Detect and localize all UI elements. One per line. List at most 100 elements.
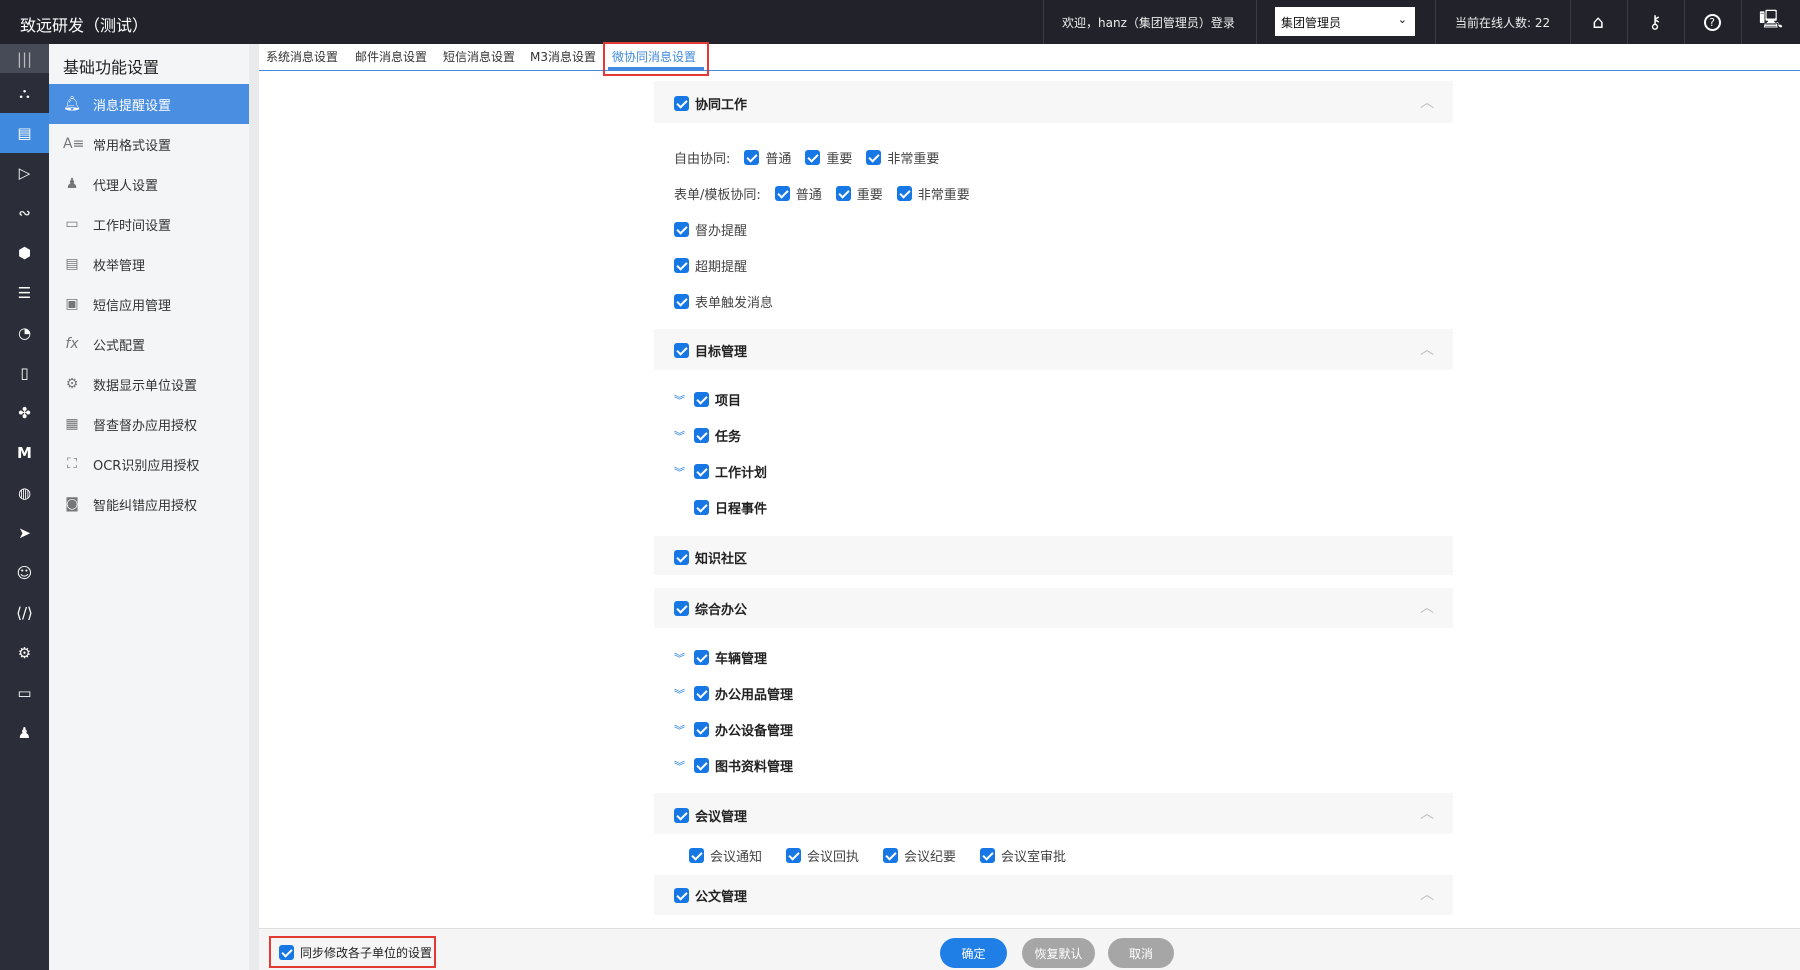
chevron-up-icon[interactable]: ︿ [1420,884,1434,904]
key-icon[interactable]: ⚷ [1627,0,1683,44]
checkbox[interactable] [674,888,689,903]
checkbox[interactable] [694,722,709,737]
dashboard-icon[interactable]: ◔ [0,313,49,353]
section-goal-checkbox[interactable]: 目标管理 [674,341,747,360]
workflow-icon[interactable]: ∾ [0,193,49,233]
m3-icon[interactable]: M [0,433,49,473]
robot-icon[interactable]: ☺ [0,553,49,593]
submenu-item-agent[interactable]: ♟ 代理人设置 [49,164,249,204]
tab-m3[interactable]: M3消息设置 [530,48,596,65]
code-icon[interactable]: ⟨/⟩ [0,593,49,633]
org-chart-icon[interactable]: ⛬ [0,73,49,113]
tree-row[interactable]: ︾ 工作计划 [674,462,767,481]
option-row[interactable]: 超期提醒 [674,256,747,275]
apps-icon[interactable]: ✤ [0,393,49,433]
checkbox[interactable] [694,500,709,515]
submenu-item-data-unit[interactable]: ⚙ 数据显示单位设置 [49,364,249,404]
submenu-item-work-time[interactable]: ▭ 工作时间设置 [49,204,249,244]
help-icon[interactable]: ? [1684,0,1740,44]
double-chevron-down-icon[interactable]: ︾ [674,722,694,738]
checkbox[interactable] [674,550,689,565]
tree-row[interactable]: ︾ 办公设备管理 [674,720,793,739]
checkbox[interactable] [980,848,996,863]
checkbox[interactable] [674,808,689,823]
home-icon[interactable]: ⌂ [1570,0,1626,44]
section-collab-checkbox[interactable]: 协同工作 [674,94,747,113]
checkbox[interactable] [883,848,899,863]
checkbox[interactable] [674,222,689,237]
tree-row[interactable]: 日程事件 [694,498,767,517]
checkbox[interactable] [786,848,802,863]
sync-subunits-checkbox[interactable]: 同步修改各子单位的设置 [269,936,436,968]
submenu-item-sms[interactable]: ▣ 短信应用管理 [49,284,249,324]
wechat-icon[interactable]: ◍ [0,473,49,513]
checkbox[interactable] [805,150,821,165]
submenu-item-supervision[interactable]: ▦ 督查督办应用授权 [49,404,249,444]
menu-toggle-icon[interactable]: ||| [0,44,49,73]
checkbox[interactable] [279,944,294,960]
user-icon[interactable]: ♟ [0,713,49,753]
database-icon[interactable]: ☰ [0,273,49,313]
submenu-item-message-reminder[interactable]: 🔔︎ 消息提醒设置 [49,84,249,124]
checkbox[interactable] [674,258,689,273]
checkbox[interactable] [774,186,790,201]
checkbox[interactable] [694,392,709,407]
checkbox[interactable] [674,96,689,111]
chevron-up-icon[interactable]: ︿ [1420,92,1434,112]
send-icon[interactable]: ▷ [0,153,49,193]
checkbox[interactable] [835,186,851,201]
checkbox[interactable] [896,186,912,201]
section-header-goal [654,329,1453,370]
gear-icon[interactable]: ⚙ [0,633,49,673]
settings-panel-icon[interactable]: ▤ [0,113,49,153]
chevron-up-icon[interactable]: ︿ [1420,339,1434,359]
section-doc-checkbox[interactable]: 公文管理 [674,886,747,905]
checkbox[interactable] [689,848,704,863]
double-chevron-down-icon[interactable]: ︾ [674,428,694,444]
chevron-up-icon[interactable]: ︿ [1420,803,1434,823]
tree-row[interactable]: ︾ 图书资料管理 [674,756,793,775]
checkbox[interactable] [694,650,709,665]
checkbox[interactable] [674,343,689,358]
checkbox[interactable] [694,686,709,701]
role-select[interactable]: 集团管理员 ⌄ [1275,7,1415,36]
option-row[interactable]: 表单触发消息 [674,292,773,311]
cap-icon[interactable]: ⬢ [0,233,49,273]
section-meeting-checkbox[interactable]: 会议管理 [674,806,747,825]
checkbox[interactable] [674,601,689,616]
monitor-icon[interactable]: 🖳 [1743,0,1799,44]
checkbox[interactable] [694,428,709,443]
submenu-item-ocr[interactable]: ⛶ OCR识别应用授权 [49,444,249,484]
submenu-item-formula[interactable]: fx 公式配置 [49,324,249,364]
chevron-up-icon[interactable]: ︿ [1420,597,1434,617]
document-icon[interactable]: ▯ [0,353,49,393]
double-chevron-down-icon[interactable]: ︾ [674,650,694,666]
tree-row[interactable]: ︾ 项目 [674,390,741,409]
double-chevron-down-icon[interactable]: ︾ [674,464,694,480]
restore-default-button[interactable]: 恢复默认 [1022,938,1095,968]
paper-plane-icon[interactable]: ➤ [0,513,49,553]
section-knowledge-checkbox[interactable]: 知识社区 [674,548,747,567]
tree-row[interactable]: ︾ 任务 [674,426,741,445]
submenu-item-correction[interactable]: ◙ 智能纠错应用授权 [49,484,249,524]
checkbox[interactable] [866,150,882,165]
confirm-button[interactable]: 确定 [940,938,1007,968]
tree-row[interactable]: ︾ 车辆管理 [674,648,767,667]
submenu-item-format[interactable]: A≡ 常用格式设置 [49,124,249,164]
computer-icon[interactable]: ▭ [0,673,49,713]
double-chevron-down-icon[interactable]: ︾ [674,758,694,774]
submenu-item-enum[interactable]: ▤ 枚举管理 [49,244,249,284]
tab-system[interactable]: 系统消息设置 [266,48,338,65]
section-office-checkbox[interactable]: 综合办公 [674,599,747,618]
cancel-button[interactable]: 取消 [1108,938,1174,968]
checkbox[interactable] [694,758,709,773]
checkbox[interactable] [744,150,760,165]
double-chevron-down-icon[interactable]: ︾ [674,392,694,408]
tab-email[interactable]: 邮件消息设置 [355,48,427,65]
checkbox[interactable] [694,464,709,479]
tab-sms[interactable]: 短信消息设置 [443,48,515,65]
option-row[interactable]: 督办提醒 [674,220,747,239]
checkbox[interactable] [674,294,689,309]
double-chevron-down-icon[interactable]: ︾ [674,686,694,702]
tree-row[interactable]: ︾ 办公用品管理 [674,684,793,703]
